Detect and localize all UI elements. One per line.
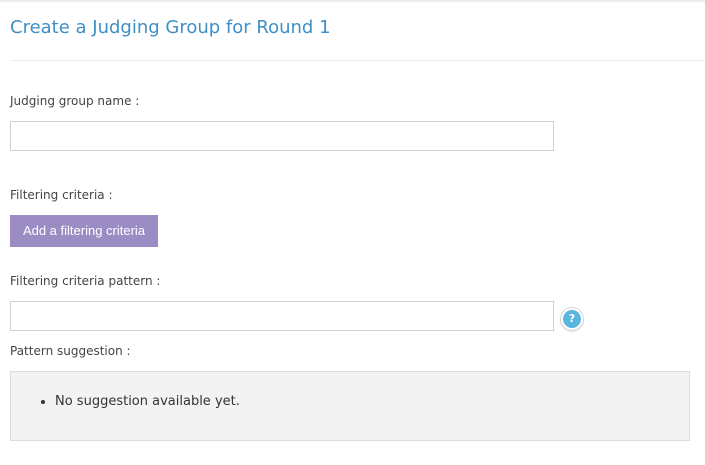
pattern-suggestion-box: No suggestion available yet. xyxy=(10,371,690,441)
group-name-input[interactable] xyxy=(10,121,554,151)
filtering-pattern-label: Filtering criteria pattern : xyxy=(10,274,161,288)
pattern-suggestion-label: Pattern suggestion : xyxy=(10,344,131,358)
add-filtering-criteria-button[interactable]: Add a filtering criteria xyxy=(10,215,158,247)
help-icon[interactable]: ? xyxy=(561,308,583,330)
suggestion-list: No suggestion available yet. xyxy=(55,394,240,409)
filtering-pattern-input[interactable] xyxy=(10,301,554,331)
suggestion-item: No suggestion available yet. xyxy=(55,394,240,409)
top-shadow xyxy=(0,0,705,3)
group-name-label: Judging group name : xyxy=(10,94,140,108)
filtering-criteria-label: Filtering criteria : xyxy=(10,188,113,202)
page-title: Create a Judging Group for Round 1 xyxy=(10,17,331,38)
title-divider xyxy=(10,60,705,61)
